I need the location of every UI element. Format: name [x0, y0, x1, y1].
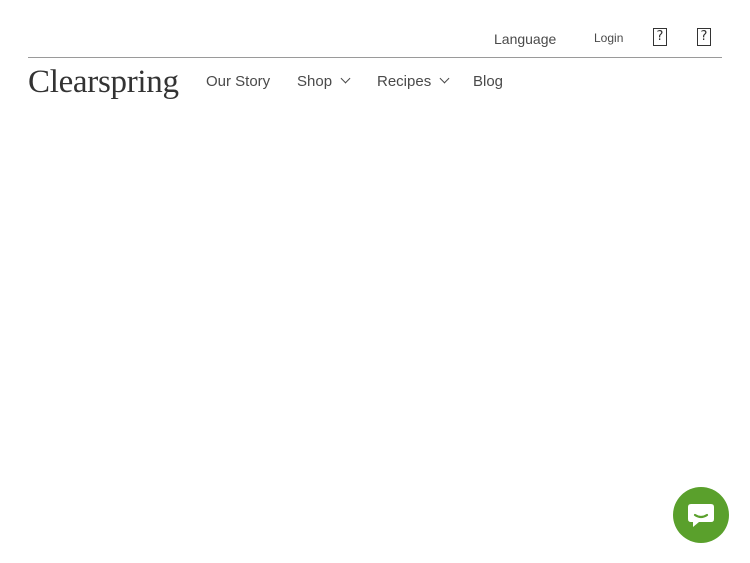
utility-bar: Language Login ? ?: [28, 24, 722, 58]
nav-item-label: Our Story: [206, 73, 271, 90]
page: Language Login ? ? Clearspring Our Story…: [0, 0, 750, 563]
missing-glyph-icon[interactable]: ?: [697, 28, 711, 46]
chevron-down-icon: [340, 73, 351, 84]
chevron-down-icon: [439, 73, 450, 84]
chat-button[interactable]: [673, 487, 729, 543]
nav-item-blog[interactable]: Blog: [473, 73, 503, 90]
nav-item-recipes[interactable]: Recipes: [377, 73, 450, 90]
nav-item-our-story[interactable]: Our Story: [206, 73, 270, 90]
language-selector[interactable]: Language: [494, 31, 556, 47]
nav-item-shop[interactable]: Shop: [297, 73, 351, 90]
main-nav: Clearspring Our Story Shop Recipes Blog: [28, 64, 722, 104]
logo[interactable]: Clearspring: [28, 64, 179, 100]
nav-item-label: Recipes: [377, 73, 432, 90]
login-link[interactable]: Login: [594, 31, 623, 45]
nav-item-label: Shop: [297, 73, 333, 90]
nav-item-label: Blog: [473, 73, 504, 90]
chat-bubble-icon: [688, 504, 714, 527]
missing-glyph-icon[interactable]: ?: [653, 28, 667, 46]
